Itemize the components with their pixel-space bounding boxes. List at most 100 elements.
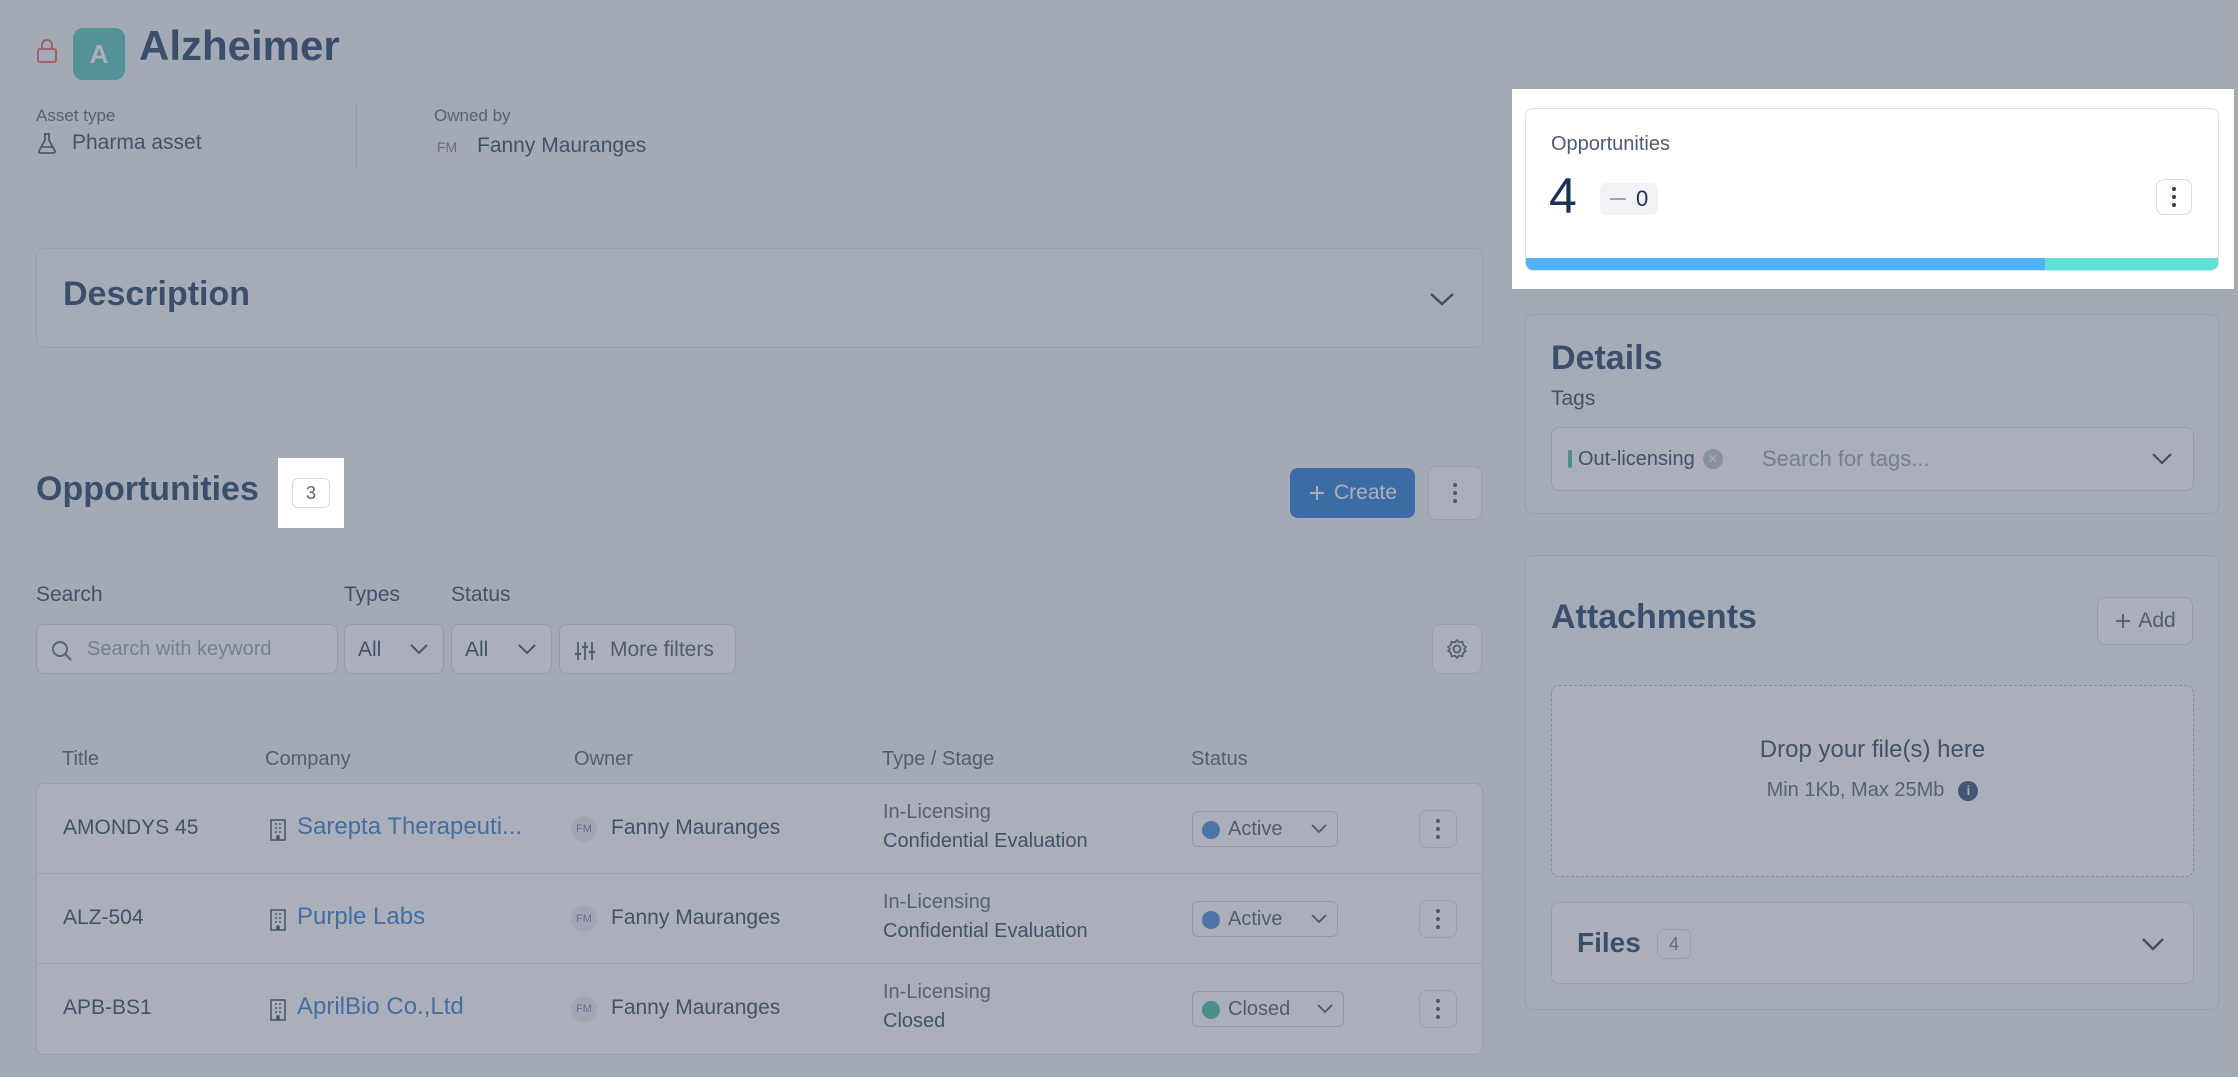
row-stage: Confidential Evaluation [883, 920, 1088, 942]
company-link[interactable]: Purple Labs [297, 903, 425, 931]
table-row[interactable]: ALZ-504 Purple Labs FM Fanny Mauranges I… [37, 874, 1482, 964]
search-placeholder: Search with keyword [87, 638, 272, 660]
company-link[interactable]: AprilBio Co.,Ltd [297, 993, 464, 1021]
details-section: Details Tags Out-licensing ✕ Search for … [1525, 314, 2219, 514]
gear-icon [1447, 639, 1467, 659]
row-stage: Confidential Evaluation [883, 830, 1088, 852]
building-icon [270, 819, 286, 841]
opportunities-widget-menu-button[interactable] [2156, 179, 2192, 215]
asset-type-value: Pharma asset [72, 131, 202, 154]
play-icon [1199, 821, 1220, 846]
row-title: AMONDYS 45 [63, 816, 199, 839]
status-label: Closed [1228, 998, 1291, 1020]
column-header-owner[interactable]: Owner [574, 748, 633, 771]
status-label: Status [451, 583, 511, 606]
progress-segment-secondary [2045, 258, 2218, 270]
details-title: Details [1551, 339, 1663, 377]
owner-name[interactable]: Fanny Mauranges [477, 134, 646, 158]
table-row[interactable]: AMONDYS 45 Sarepta Therapeuti... FM Fann… [37, 784, 1482, 874]
chevron-down-icon [1317, 1004, 1333, 1014]
status-dropdown[interactable]: Active [1192, 901, 1338, 937]
types-select[interactable]: All [344, 624, 444, 674]
status-dropdown[interactable]: Closed [1192, 991, 1344, 1027]
opportunities-widget-delta: 0 [1600, 183, 1659, 215]
tags-label: Tags [1551, 387, 1596, 410]
files-title: Files [1577, 927, 1641, 958]
dropzone-limits: Min 1Kb, Max 25Mb i [1552, 779, 2193, 802]
chevron-down-icon [1311, 824, 1327, 834]
tag-chip: Out-licensing ✕ [1564, 442, 1731, 476]
types-select-value: All [358, 638, 382, 661]
opportunities-widget-value: 4 [1549, 168, 1577, 224]
column-header-type-stage[interactable]: Type / Stage [882, 748, 994, 771]
opportunities-title: Opportunities [36, 470, 259, 508]
status-select[interactable]: All [451, 624, 552, 674]
progress-segment-primary [1526, 258, 2045, 270]
row-title: ALZ-504 [63, 906, 144, 929]
chevron-down-icon[interactable] [1429, 291, 1455, 307]
opportunities-progress-bar [1526, 258, 2218, 270]
add-attachment-button[interactable]: Add [2097, 597, 2193, 645]
column-header-company[interactable]: Company [265, 748, 351, 771]
lock-icon [37, 39, 57, 63]
row-type: In-Licensing [883, 981, 991, 1003]
kebab-icon [1436, 819, 1440, 839]
chevron-down-icon[interactable] [2151, 452, 2173, 466]
more-filters-button[interactable]: More filters [559, 624, 736, 674]
opportunities-widget: Opportunities 4 0 [1525, 108, 2219, 271]
tags-input[interactable]: Out-licensing ✕ Search for tags... [1551, 427, 2194, 491]
row-actions-button[interactable] [1419, 990, 1457, 1028]
row-owner: Fanny Mauranges [611, 906, 781, 929]
status-dropdown[interactable]: Active [1192, 811, 1338, 847]
plus-icon [2116, 614, 2131, 628]
play-icon [1199, 911, 1220, 936]
remove-tag-icon[interactable]: ✕ [1702, 449, 1723, 469]
opportunities-widget-delta-value: 0 [1636, 186, 1649, 211]
create-button[interactable]: Create [1290, 468, 1415, 518]
row-title: APB-BS1 [63, 996, 152, 1019]
files-count-badge: 4 [1657, 929, 1691, 959]
kebab-icon [1453, 483, 1457, 503]
row-actions-button[interactable] [1419, 810, 1457, 848]
search-input[interactable]: Search with keyword [36, 624, 338, 674]
search-label: Search [36, 583, 103, 606]
row-owner: Fanny Mauranges [611, 996, 781, 1019]
opportunities-widget-label: Opportunities [1551, 133, 1670, 155]
row-actions-button[interactable] [1419, 900, 1457, 938]
column-header-status[interactable]: Status [1191, 748, 1248, 771]
status-select-value: All [465, 638, 489, 661]
tag-color-bar [1568, 450, 1572, 468]
row-owner: Fanny Mauranges [611, 816, 781, 839]
check-circle-icon [1196, 1001, 1220, 1027]
table-settings-button[interactable] [1432, 624, 1482, 674]
table-row[interactable]: APB-BS1 AprilBio Co.,Ltd FM Fanny Mauran… [37, 964, 1482, 1054]
tags-placeholder: Search for tags... [1762, 446, 1930, 471]
chevron-down-icon [410, 644, 428, 655]
create-button-label: Create [1333, 481, 1398, 504]
building-icon [270, 999, 286, 1021]
opportunities-more-button[interactable] [1428, 466, 1482, 520]
row-type-stage: In-Licensing Confidential Evaluation [883, 888, 1088, 946]
file-dropzone[interactable]: Drop your file(s) here Min 1Kb, Max 25Mb… [1551, 685, 2194, 877]
page-title: Alzheimer [139, 22, 340, 69]
add-button-label: Add [2138, 609, 2176, 632]
chevron-down-icon[interactable] [2141, 937, 2165, 951]
dropzone-limits-text: Min 1Kb, Max 25Mb [1766, 779, 1945, 801]
chevron-down-icon [518, 644, 536, 655]
kebab-icon [1436, 999, 1440, 1019]
info-icon[interactable]: i [1958, 780, 1979, 801]
opportunities-count-highlight: 3 [278, 458, 344, 528]
owner-avatar: FM [571, 816, 597, 842]
kebab-icon [2172, 187, 2176, 207]
dash-icon [1610, 198, 1626, 200]
row-type-stage: In-Licensing Closed [883, 978, 991, 1036]
description-section[interactable]: Description [36, 248, 1483, 348]
files-section[interactable]: Files 4 [1551, 902, 2194, 984]
status-label: Active [1228, 908, 1283, 930]
column-header-title[interactable]: Title [62, 748, 99, 771]
chevron-down-icon [1311, 914, 1327, 924]
row-type: In-Licensing [883, 801, 991, 823]
row-type: In-Licensing [883, 891, 991, 913]
company-link[interactable]: Sarepta Therapeuti... [297, 813, 522, 841]
more-filters-label: More filters [610, 638, 714, 661]
